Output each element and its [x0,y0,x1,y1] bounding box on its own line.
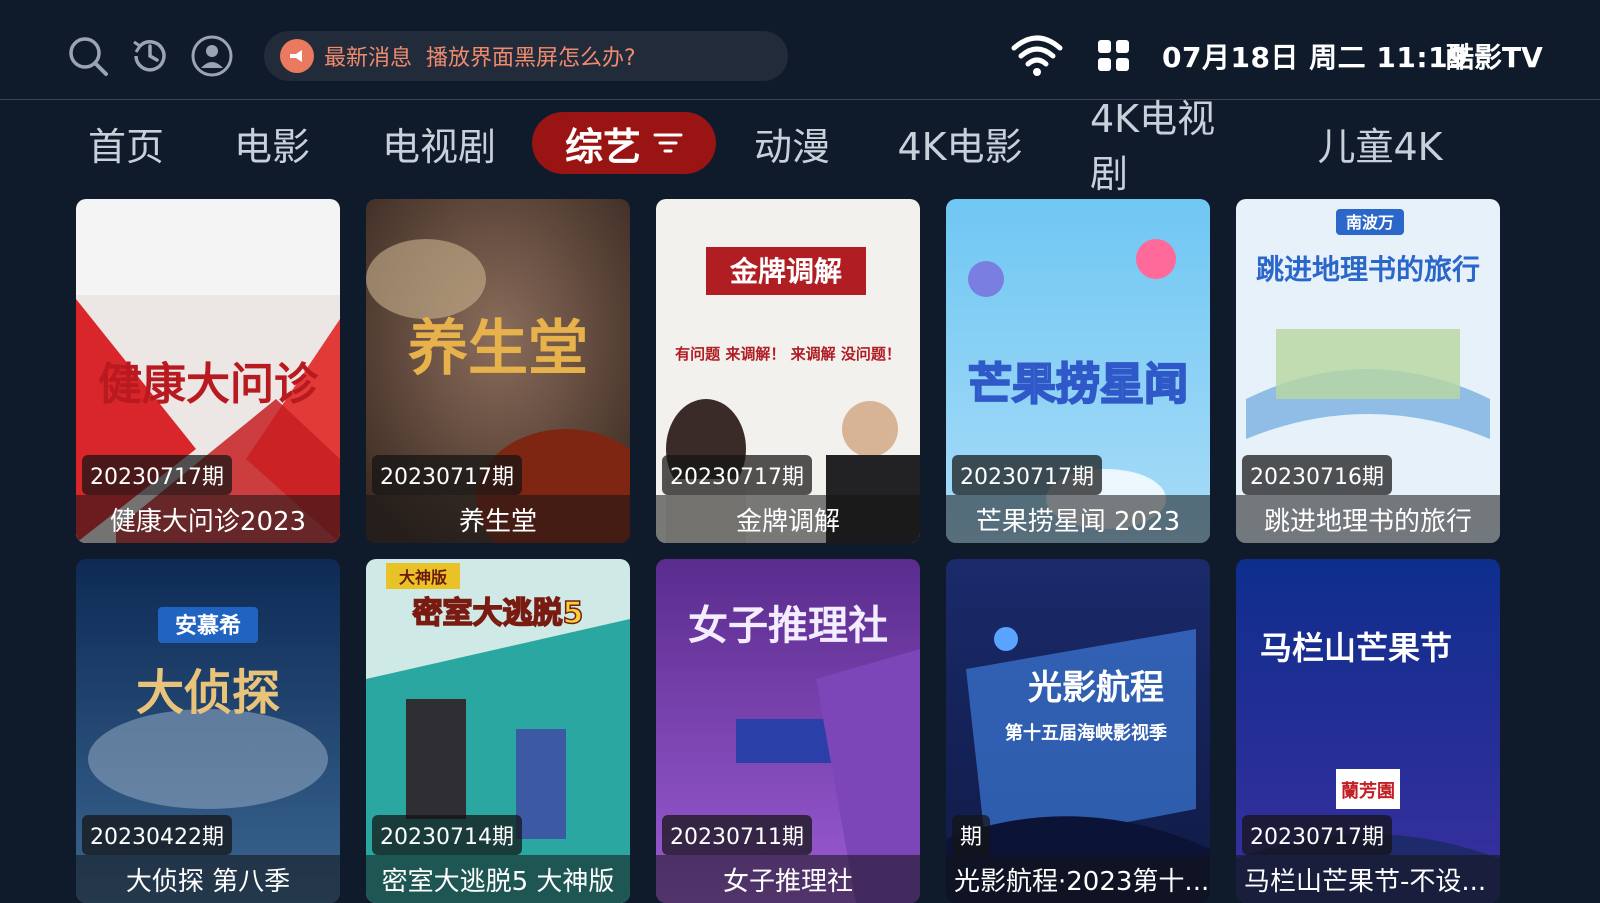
poster-sub-text: 第十五届海峡影视季 [1005,722,1167,744]
card-title: 大侦探 第八季 [76,855,340,903]
tab-movies[interactable]: 电影 [232,112,312,174]
filter-icon[interactable] [653,130,683,156]
program-card[interactable]: 养生堂 20230717期 养生堂 [366,199,630,543]
news-label: 最新消息 [324,46,413,71]
tab-anime[interactable]: 动漫 [752,112,832,174]
poster-sub-text: 南波万 [1346,213,1394,232]
poster-title-text: 芒果捞星闻 [968,359,1188,410]
search-icon[interactable] [66,34,110,78]
tab-variety[interactable]: 综艺 [532,112,716,174]
megaphone-icon [280,39,314,73]
episode-badge: 20230711期 [662,815,812,855]
program-card[interactable]: 健康大问诊 20230717期 健康大问诊2023 [76,199,340,543]
episode-badge: 20230717期 [372,455,522,495]
episode-badge: 20230422期 [82,815,232,855]
tab-4k-tv-series[interactable]: 4K电视剧 [1090,97,1250,196]
poster-title-text: 健康大问诊 [98,359,319,410]
episode-badge: 20230717期 [662,455,812,495]
program-card[interactable]: 女子推理社 20230711期 女子推理社 [656,559,920,903]
poster-title-text: 光影航程 [1028,668,1164,708]
history-icon[interactable] [128,34,172,78]
user-icon[interactable] [190,34,234,78]
program-card[interactable]: 南波万 跳进地理书的旅行 20230716期 跳进地理书的旅行 [1236,199,1500,543]
tab-tv-series[interactable]: 电视剧 [380,112,498,174]
program-card[interactable]: 马栏山芒果节 蘭芳園 20230717期 马栏山芒果节-不设... [1236,559,1500,903]
apps-grid-icon[interactable] [1096,38,1132,90]
poster-title-text: 马栏山芒果节 [1260,629,1452,667]
episode-badge: 20230717期 [1242,815,1392,855]
poster-sub-text: 有问题 来调解！ 来调解 没问题！ [675,345,901,363]
program-card[interactable]: 安慕希 大侦探 20230422期 大侦探 第八季 [76,559,340,903]
tab-home[interactable]: 首页 [86,112,166,174]
poster-title-text: 跳进地理书的旅行 [1256,253,1480,286]
card-title: 养生堂 [366,495,630,543]
card-title: 金牌调解 [656,495,920,543]
poster-title-text: 密室大逃脱5 [413,596,584,631]
program-card[interactable]: 芒果捞星闻 20230717期 芒果捞星闻 2023 [946,199,1210,543]
episode-badge: 20230716期 [1242,455,1392,495]
program-card[interactable]: 大神版 密室大逃脱5 20230714期 密室大逃脱5 大神版 [366,559,630,903]
poster-title-text: 养生堂 [408,314,588,384]
poster-sub-text: 大神版 [399,568,447,587]
card-title: 马栏山芒果节-不设... [1236,855,1500,903]
episode-badge: 20230714期 [372,815,522,855]
brand-name: 酷影TV [1446,41,1543,74]
datetime: 07月18日 周二 11:19 [1162,41,1469,74]
poster-title-text: 大侦探 [136,665,280,721]
card-title: 芒果捞星闻 2023 [946,495,1210,543]
program-card[interactable]: 光影航程 第十五届海峡影视季 期 光影航程·2023第十... [946,559,1210,903]
tab-kids-4k[interactable]: 儿童4K [1316,112,1444,174]
wifi-icon [1010,30,1064,82]
episode-badge: 期 [952,815,991,855]
card-title: 光影航程·2023第十... [946,855,1210,903]
card-title: 密室大逃脱5 大神版 [366,855,630,903]
tab-4k-movies[interactable]: 4K电影 [896,112,1024,174]
card-title: 跳进地理书的旅行 [1236,495,1500,543]
poster-sub-text: 安慕希 [175,613,241,639]
card-title: 健康大问诊2023 [76,495,340,543]
top-bar: 最新消息 播放界面黑屏怎么办? 07月18日 周二 11:19 酷影TV [0,0,1600,100]
news-ticker[interactable]: 最新消息 播放界面黑屏怎么办? [264,31,788,81]
poster-sub-text: 蘭芳園 [1341,780,1395,802]
poster-title-text: 金牌调解 [729,255,842,288]
poster-title-text: 女子推理社 [688,602,888,649]
card-title: 女子推理社 [656,855,920,903]
episode-badge: 20230717期 [82,455,232,495]
category-tabs: 首页 电影 电视剧 综艺 动漫 4K电影 4K电视剧 儿童4K [0,97,1600,196]
news-text: 播放界面黑屏怎么办? [426,46,636,71]
episode-badge: 20230717期 [952,455,1102,495]
program-card[interactable]: 金牌调解 有问题 来调解！ 来调解 没问题！ 20230717期 金牌调解 [656,199,920,543]
tab-variety-label: 综艺 [564,124,641,169]
